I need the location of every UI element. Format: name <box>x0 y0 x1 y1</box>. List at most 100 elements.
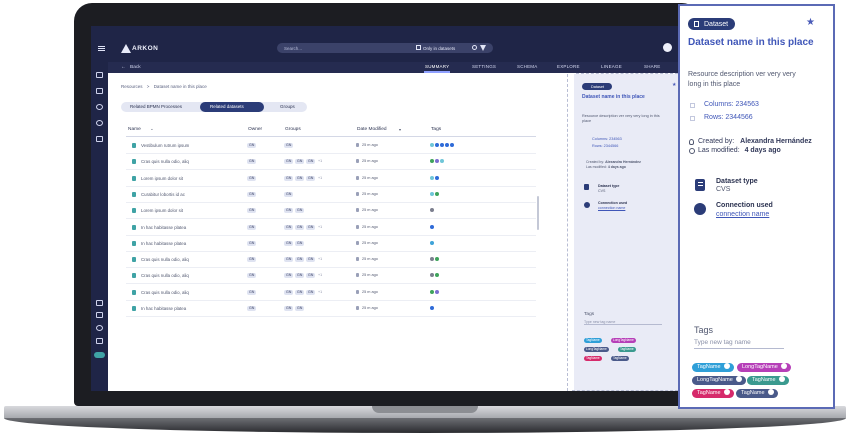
screen-connection-link[interactable]: connection name <box>598 206 625 210</box>
screen-tag-input[interactable]: Type new tag name <box>584 320 662 325</box>
favorite-star-icon[interactable]: ★ <box>806 17 815 28</box>
sidebar-chart-icon[interactable] <box>96 136 103 142</box>
table-row[interactable]: Curabitur lobortis id ac GN GN 25 m ago <box>126 188 536 203</box>
header-groups[interactable]: Groups <box>285 127 301 132</box>
table-row[interactable]: Lorem ipsum dolor sit GN GN GN GN +1 25 m ago <box>126 172 536 187</box>
tag-dot[interactable] <box>435 191 439 196</box>
connection-link[interactable]: connection name <box>716 211 769 218</box>
tag-chip[interactable]: TagName <box>747 376 789 385</box>
screen-tag-chip[interactable]: LongTagName <box>611 338 636 343</box>
more-groups[interactable]: +1 <box>318 225 322 229</box>
tab-lineage[interactable]: LINEAGE <box>601 64 622 69</box>
row-name[interactable]: Curabitur lobortis id ac <box>141 192 185 197</box>
table-row[interactable]: Cras quis nulla odio, aliq GN GN GN GN +1 25 m… <box>126 253 536 269</box>
tag-dot[interactable] <box>440 143 444 147</box>
tag-dot[interactable] <box>430 257 434 262</box>
row-name[interactable]: Cras quis nulla odio, aliq <box>141 290 189 295</box>
remove-tag-icon[interactable] <box>780 363 787 369</box>
screen-tag-chip[interactable]: TagName <box>618 347 636 352</box>
tag-dot[interactable] <box>445 143 449 147</box>
subtab-related-datasets[interactable]: Related datasets <box>210 104 244 109</box>
only-datasets-checkbox[interactable] <box>416 45 421 50</box>
more-groups[interactable]: +1 <box>318 290 322 294</box>
tag-input[interactable]: Type new tag name <box>694 339 784 349</box>
header-tags[interactable]: Tags <box>431 127 441 132</box>
tab-explore[interactable]: EXPLORE <box>557 64 580 69</box>
tag-dot[interactable] <box>435 273 439 278</box>
avatar[interactable] <box>663 43 672 52</box>
more-groups[interactable]: +1 <box>318 176 322 180</box>
row-name[interactable]: Cras quis nulla odio, aliq <box>141 159 189 164</box>
row-name[interactable]: In hac habitasse platea <box>141 225 186 230</box>
header-owner[interactable]: Owner <box>248 127 262 132</box>
subtab-bpmn[interactable]: Related BPMN Processes <box>130 104 182 109</box>
row-name[interactable]: Lorem ipsum dolor sit <box>141 208 183 213</box>
breadcrumb-root[interactable]: Resources <box>121 84 143 89</box>
scrollbar-thumb[interactable] <box>537 196 539 230</box>
tag-dot[interactable] <box>430 159 434 164</box>
header-date-modified[interactable]: Date Modified <box>357 127 387 132</box>
row-name[interactable]: Lorem ipsum dolor sit <box>141 176 183 181</box>
sidebar-book-icon[interactable] <box>96 300 103 306</box>
table-row[interactable]: Cras quis nulla odio, aliq GN GN GN GN +1 25 m… <box>126 269 536 285</box>
table-row[interactable]: Cras quis nulla odio, aliq GN GN GN GN +1 25 m… <box>126 155 536 171</box>
sidebar-globe-icon[interactable] <box>96 325 103 331</box>
sidebar-catalog-icon[interactable] <box>96 88 103 94</box>
sort-down-icon[interactable]: ⌄ <box>150 126 154 132</box>
table-row[interactable]: Lorem ipsum dolor sit GN GN GN 25 m ago <box>126 204 536 220</box>
tag-dot[interactable] <box>435 143 439 147</box>
table-row[interactable]: In hac habitasse platea GN GN GN 25 m ago <box>126 302 536 317</box>
sort-icon[interactable]: ▾ <box>399 127 401 132</box>
remove-tag-icon[interactable] <box>767 389 774 395</box>
sidebar-user-avatar[interactable] <box>94 352 105 358</box>
back-icon[interactable]: ← <box>121 64 126 70</box>
more-groups[interactable]: +1 <box>318 273 322 277</box>
tag-dot[interactable] <box>440 159 444 164</box>
table-row[interactable]: In hac habitasse platea GN GN GN 25 m ago <box>126 237 536 252</box>
row-name[interactable]: Vestibulum rutrum ipsum <box>141 143 189 148</box>
menu-icon[interactable] <box>98 46 105 51</box>
tag-dot[interactable] <box>430 208 434 213</box>
tab-schema[interactable]: SCHEMA <box>517 64 537 69</box>
tag-dot[interactable] <box>430 175 434 180</box>
remove-tag-icon[interactable] <box>723 363 730 369</box>
screen-tag-chip[interactable]: TagName <box>584 356 602 361</box>
search-input[interactable]: Search... <box>284 46 302 51</box>
more-groups[interactable]: +1 <box>318 159 322 163</box>
subtab-groups[interactable]: Groups <box>280 104 295 109</box>
tag-dot[interactable] <box>435 257 439 262</box>
tag-dot[interactable] <box>430 240 434 245</box>
remove-tag-icon[interactable] <box>735 376 742 382</box>
tab-summary[interactable]: SUMMARY <box>425 64 449 69</box>
header-name[interactable]: Name <box>128 127 141 132</box>
tag-dot[interactable] <box>435 159 439 164</box>
tag-dot[interactable] <box>435 289 439 294</box>
row-name[interactable]: In hac habitasse platea <box>141 306 186 311</box>
filter-icon[interactable] <box>480 45 486 51</box>
tag-dot[interactable] <box>430 143 434 147</box>
tag-chip[interactable]: LongTagName <box>737 363 791 372</box>
back-button[interactable]: Back <box>130 65 141 70</box>
tag-dot[interactable] <box>430 191 434 196</box>
table-row[interactable]: Cras quis nulla odio, aliq GN GN GN GN +1 25 m… <box>126 286 536 301</box>
row-name[interactable]: Cras quis nulla odio, aliq <box>141 257 189 262</box>
tab-settings[interactable]: SETTINGS <box>472 64 496 69</box>
more-groups[interactable]: +1 <box>318 257 322 261</box>
search-icon[interactable] <box>472 45 477 50</box>
sidebar-home-icon[interactable] <box>96 72 103 78</box>
tag-dot[interactable] <box>430 306 434 310</box>
screen-panel-star-icon[interactable]: ★ <box>672 82 676 88</box>
search-box[interactable] <box>277 43 493 53</box>
tag-chip[interactable]: TagName <box>692 389 734 398</box>
tag-dot[interactable] <box>430 289 434 294</box>
remove-tag-icon[interactable] <box>778 376 785 382</box>
tab-share[interactable]: SHARE <box>644 64 661 69</box>
tag-chip[interactable]: TagName <box>736 389 778 398</box>
sidebar-doc-icon[interactable] <box>96 312 103 318</box>
screen-tag-chip[interactable]: TagName <box>584 338 602 343</box>
tag-dot[interactable] <box>450 143 454 147</box>
tag-dot[interactable] <box>430 224 434 229</box>
sidebar-refresh-icon[interactable] <box>96 120 103 126</box>
table-row[interactable]: Vestibulum rutrum ipsum GN GN 25 m ago <box>126 139 536 154</box>
tag-chip[interactable]: TagName <box>692 363 734 372</box>
